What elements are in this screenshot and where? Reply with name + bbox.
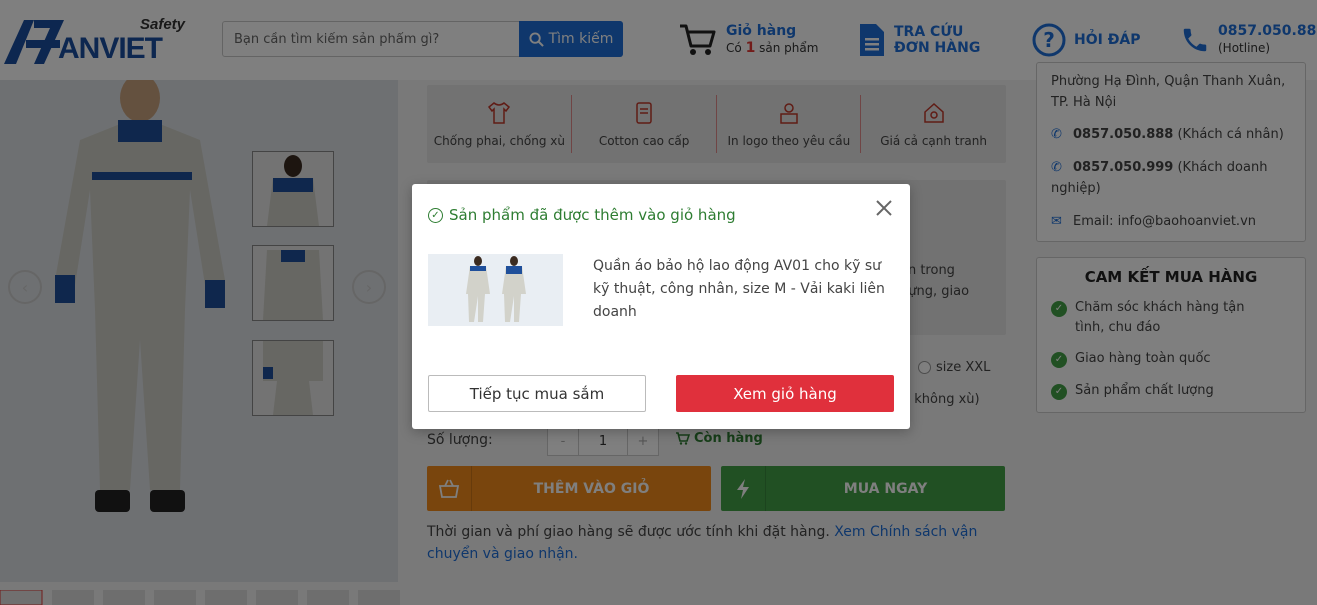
view-cart-button[interactable]: Xem giỏ hàng (676, 375, 894, 412)
check-circle-icon: ✓ (428, 207, 443, 223)
modal-product-image (428, 254, 563, 326)
added-to-cart-modal: ✓ Sản phẩm đã được thêm vào giỏ hàng Quầ… (412, 184, 910, 429)
continue-shopping-button[interactable]: Tiếp tục mua sắm (428, 375, 646, 412)
close-icon[interactable] (872, 196, 896, 220)
modal-product-name: Quần áo bảo hộ lao động AV01 cho kỹ sư k… (593, 258, 885, 320)
modal-title: ✓ Sản phẩm đã được thêm vào giỏ hàng (428, 206, 736, 224)
